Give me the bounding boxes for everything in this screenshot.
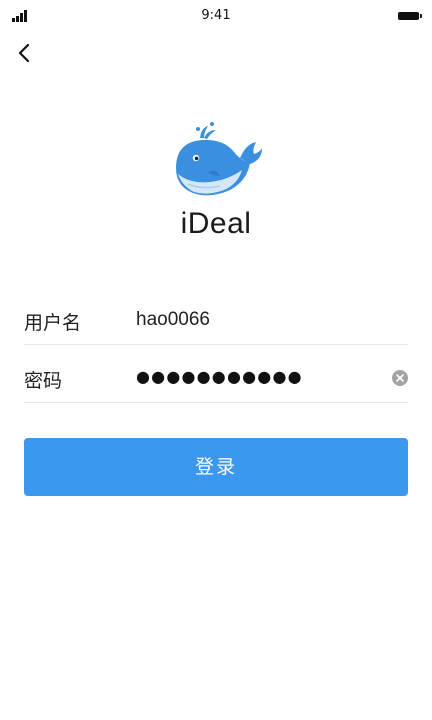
password-input[interactable]: ●●●●●●●●●●● (136, 367, 303, 386)
status-time: 9:41 (201, 8, 231, 23)
username-label: 用户名 (24, 312, 82, 334)
back-chevron-icon[interactable] (14, 42, 36, 64)
whale-logo-icon (168, 118, 264, 204)
status-bar: 9:41 (0, 0, 432, 30)
username-input[interactable] (136, 306, 386, 334)
battery-icon (398, 12, 422, 20)
password-row: 密码 ●●●●●●●●●●● (24, 354, 408, 403)
clear-icon[interactable] (392, 370, 408, 386)
login-button[interactable]: 登录 (24, 438, 408, 496)
password-label: 密码 (24, 370, 63, 392)
app-name: iDeal (180, 207, 252, 240)
username-row: 用户名 (24, 296, 408, 345)
